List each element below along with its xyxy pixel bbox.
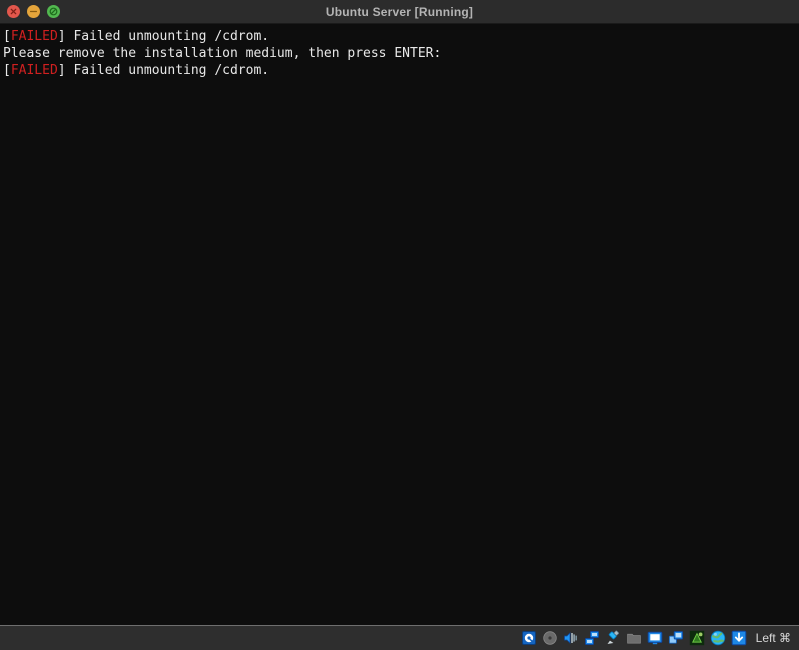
- terminal-console-output: [FAILED] Failed unmounting /cdrom. Please…: [0, 24, 799, 79]
- mouse-integration-icon[interactable]: [710, 630, 726, 646]
- minimize-window-button[interactable]: [27, 5, 40, 18]
- usb-icon[interactable]: [605, 630, 621, 646]
- terminal-line: [FAILED] Failed unmounting /cdrom.: [3, 28, 799, 45]
- host-key-label: Left ⌘: [755, 631, 791, 645]
- hard-disk-icon[interactable]: [521, 630, 537, 646]
- close-window-button[interactable]: [7, 5, 20, 18]
- shared-folders-icon[interactable]: [626, 630, 642, 646]
- terminal-line: Please remove the installation medium, t…: [3, 45, 799, 62]
- audio-icon[interactable]: [563, 630, 579, 646]
- terminal-text: ] Failed unmounting /cdrom.: [57, 29, 270, 44]
- network-icon[interactable]: [584, 630, 600, 646]
- optical-disk-icon[interactable]: [542, 630, 558, 646]
- vm-display-screen[interactable]: [FAILED] Failed unmounting /cdrom. Please…: [0, 24, 799, 625]
- fullscreen-icon: [49, 7, 58, 16]
- minimize-icon: [29, 10, 38, 13]
- terminal-text: Please remove the installation medium, t…: [3, 46, 442, 61]
- terminal-text: [: [3, 63, 11, 78]
- display-icon[interactable]: [647, 630, 663, 646]
- window-titlebar: Ubuntu Server [Running]: [0, 0, 799, 24]
- maximize-window-button[interactable]: [47, 5, 60, 18]
- terminal-text: ] Failed unmounting /cdrom.: [57, 63, 270, 78]
- terminal-status-failed: FAILED: [10, 63, 58, 78]
- recording-icon[interactable]: [668, 630, 684, 646]
- host-key-icon[interactable]: [731, 630, 747, 646]
- terminal-status-failed: FAILED: [10, 29, 58, 44]
- terminal-line: [FAILED] Failed unmounting /cdrom.: [3, 62, 799, 79]
- virtualbox-vm-window: Ubuntu Server [Running] [FAILED] Failed …: [0, 0, 799, 650]
- window-controls: [0, 5, 60, 18]
- features-icon[interactable]: [689, 630, 705, 646]
- terminal-text: [: [3, 29, 11, 44]
- window-title: Ubuntu Server [Running]: [325, 5, 474, 19]
- close-icon: [10, 8, 17, 15]
- vm-statusbar: Left ⌘: [0, 625, 799, 650]
